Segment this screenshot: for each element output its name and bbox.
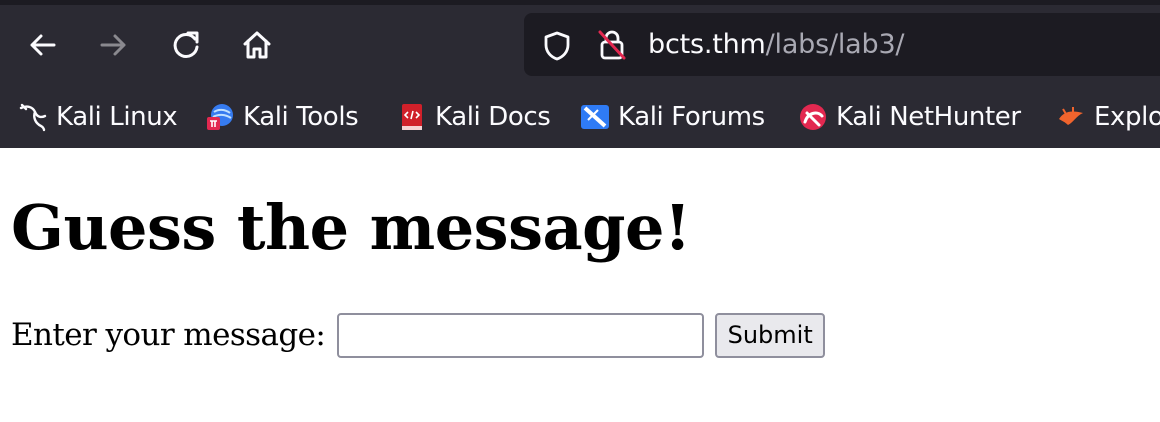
- bookmark-label: Kali Docs: [435, 102, 551, 132]
- url-host: bcts.thm: [648, 29, 766, 60]
- message-input[interactable]: [337, 312, 705, 358]
- bookmark-kali-linux[interactable]: Kali Linux: [18, 94, 178, 140]
- arrow-right-icon: [99, 30, 129, 60]
- arrow-left-icon: [27, 30, 57, 60]
- page-title: Guess the message!: [11, 191, 691, 264]
- kali-forums-icon: [580, 102, 610, 132]
- submit-button[interactable]: Submit: [715, 312, 826, 358]
- kali-docs-icon: [397, 102, 427, 132]
- forward-button[interactable]: [89, 20, 139, 70]
- url-path: /labs/lab3/: [765, 29, 905, 60]
- url-text[interactable]: bcts.thm/labs/lab3/: [648, 27, 905, 63]
- bookmark-kali-tools[interactable]: Kali Tools: [205, 94, 359, 140]
- shield-icon[interactable]: [542, 30, 572, 66]
- reload-icon: [171, 30, 201, 60]
- bookmark-kali-nethunter[interactable]: Kali NetHunter: [798, 94, 1021, 140]
- bookmark-label: Explo: [1094, 102, 1160, 132]
- page-content: Guess the message! Enter your message: S…: [0, 148, 1160, 422]
- bookmark-label: Kali Linux: [56, 102, 178, 132]
- insecure-lock-icon[interactable]: [596, 28, 628, 66]
- bookmark-kali-docs[interactable]: Kali Docs: [397, 94, 551, 140]
- message-form: Enter your message: Submit: [11, 312, 826, 358]
- bookmark-label: Kali Tools: [243, 102, 359, 132]
- window-top-edge: [0, 0, 1160, 5]
- bookmark-label: Kali NetHunter: [836, 102, 1021, 132]
- kali-nethunter-icon: [798, 102, 828, 132]
- browser-chrome: bcts.thm/labs/lab3/ Kali Linux Kali Tool…: [0, 0, 1160, 148]
- reload-button[interactable]: [161, 20, 211, 70]
- home-icon: [241, 29, 273, 61]
- back-button[interactable]: [17, 20, 67, 70]
- kali-dragon-icon: [18, 102, 48, 132]
- bookmarks-toolbar: Kali Linux Kali Tools Kali Docs Kali For…: [0, 94, 1160, 140]
- bookmark-exploit-db[interactable]: Explo: [1056, 94, 1160, 140]
- bookmark-label: Kali Forums: [618, 102, 765, 132]
- exploit-db-icon: [1056, 102, 1086, 132]
- kali-tools-icon: [205, 102, 235, 132]
- url-bar[interactable]: bcts.thm/labs/lab3/: [524, 13, 1160, 76]
- bookmark-kali-forums[interactable]: Kali Forums: [580, 94, 765, 140]
- home-button[interactable]: [232, 20, 282, 70]
- message-label: Enter your message:: [11, 317, 326, 353]
